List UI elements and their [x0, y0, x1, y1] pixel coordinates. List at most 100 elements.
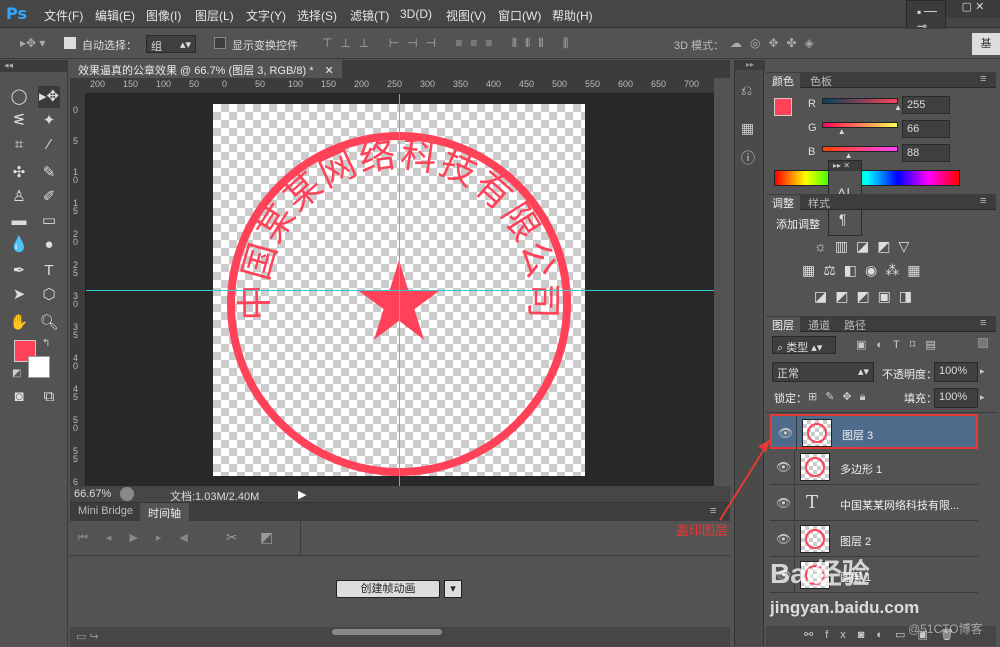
- adjustment-icons-row-1[interactable]: ☼▥◪◩▽: [814, 238, 917, 255]
- menu-item[interactable]: 编辑(E): [95, 7, 135, 24]
- minimize-button[interactable]: —: [924, 3, 937, 18]
- channel-slider[interactable]: [822, 122, 898, 128]
- path-select-icon[interactable]: ➤: [8, 284, 30, 306]
- restore-button[interactable]: ▢: [962, 1, 972, 13]
- tab-channels[interactable]: 通道: [802, 317, 836, 332]
- tab-adjustments[interactable]: 调整: [766, 195, 800, 210]
- layer-name[interactable]: 图层 2: [840, 533, 871, 549]
- tab-styles[interactable]: 样式: [802, 195, 836, 210]
- menu-item[interactable]: 选择(S): [297, 7, 337, 24]
- swap-colors-icon[interactable]: ↰: [42, 338, 50, 349]
- color-fg-swatch[interactable]: [774, 98, 792, 116]
- split-icon[interactable]: ✂: [226, 529, 238, 546]
- menu-item[interactable]: 帮助(H): [552, 7, 593, 24]
- hand-tool-icon[interactable]: ✋: [8, 312, 30, 334]
- zoom-tool-icon[interactable]: 🔍︎: [38, 312, 60, 334]
- zoom-level[interactable]: 66.67%: [74, 488, 111, 500]
- menu-item[interactable]: 图层(L): [195, 7, 234, 24]
- panel-menu-icon[interactable]: ≡: [980, 195, 986, 207]
- magic-wand-icon[interactable]: ✦: [38, 110, 60, 132]
- document-tab[interactable]: 效果逼真的公章效果 @ 66.7% (图层 3, RGB/8) * ✕: [70, 60, 342, 78]
- layer-name[interactable]: 中国某某网络科技有限...: [840, 497, 959, 513]
- blend-mode-dropdown[interactable]: 正常 ▴▾: [772, 362, 874, 382]
- dodge-tool-icon[interactable]: ●: [38, 234, 60, 256]
- background-color-swatch[interactable]: [28, 356, 50, 378]
- channel-value[interactable]: 88: [902, 144, 950, 162]
- menu-item[interactable]: 文件(F): [44, 7, 83, 24]
- quick-mask-icon[interactable]: ◙: [8, 386, 30, 408]
- eyedropper-icon[interactable]: ⁄: [38, 134, 60, 156]
- slider-thumb[interactable]: ▲: [894, 103, 902, 112]
- adjustment-icons-row-2[interactable]: ▦⚖◧◉⁂▦: [802, 262, 928, 279]
- shape-tool-icon[interactable]: ⬡: [38, 284, 60, 306]
- menu-item[interactable]: 图像(I): [146, 7, 181, 24]
- playback-controls[interactable]: ⏮◂▶▸◀: [78, 531, 206, 545]
- layer-name[interactable]: 图层 3: [842, 427, 873, 443]
- horizontal-guide[interactable]: [86, 290, 714, 291]
- layer-row[interactable]: 👁︎ T 中国某某网络科技有限...: [770, 486, 978, 521]
- auto-select-checkbox[interactable]: [64, 37, 76, 52]
- filter-toggle[interactable]: [978, 338, 988, 348]
- transition-icon[interactable]: ◩: [260, 529, 273, 546]
- history-icon[interactable]: ⎌: [741, 82, 752, 99]
- type-tool-icon[interactable]: T: [38, 260, 60, 282]
- horizontal-ruler[interactable]: 200 150 100 50 0 50 100 150 200 250 300 350 400 450 50…: [86, 78, 714, 94]
- close-tab-icon[interactable]: ✕: [325, 65, 334, 77]
- fill-input[interactable]: 100%: [934, 388, 978, 408]
- marquee-tool-icon[interactable]: ◯: [8, 86, 30, 108]
- crop-tool-icon[interactable]: ⌗: [8, 134, 30, 156]
- channel-value[interactable]: 66: [902, 120, 950, 138]
- pen-tool-icon[interactable]: ✒: [8, 260, 30, 282]
- close-button[interactable]: ✕: [975, 1, 984, 13]
- 3d-mode-icons[interactable]: ☁◎✥✤◈: [730, 36, 822, 50]
- blur-tool-icon[interactable]: 💧: [8, 234, 30, 256]
- layer-row[interactable]: 👁︎ 图层 3: [770, 414, 978, 450]
- ruler-origin[interactable]: [70, 78, 86, 94]
- slider-thumb[interactable]: ▲: [845, 151, 853, 160]
- create-frame-animation-button[interactable]: 创建帧动画: [336, 580, 440, 598]
- status-info-icon[interactable]: [120, 487, 134, 501]
- chevron-down-icon[interactable]: ▾: [444, 580, 462, 598]
- channel-slider[interactable]: [822, 98, 898, 104]
- panel-menu-icon[interactable]: ≡: [980, 73, 986, 85]
- tab-color[interactable]: 颜色: [766, 73, 800, 88]
- 3d-icon[interactable]: ▦: [741, 120, 754, 137]
- panel-menu-icon[interactable]: ≡: [980, 317, 986, 329]
- paragraph-icon[interactable]: ¶: [839, 211, 847, 227]
- canvas-area[interactable]: 中国某某网络科技有限公司: [86, 94, 714, 486]
- move-tool-icon[interactable]: ▸✥: [38, 86, 60, 108]
- menu-item[interactable]: 视图(V): [446, 7, 486, 24]
- menu-item[interactable]: 3D(D): [400, 7, 432, 21]
- tab-paths[interactable]: 路径: [838, 317, 872, 332]
- show-transform-checkbox[interactable]: [214, 37, 226, 52]
- menu-item[interactable]: 滤镜(T): [350, 7, 389, 24]
- channel-value[interactable]: 255: [902, 96, 950, 114]
- eraser-tool-icon[interactable]: ▬: [8, 210, 30, 232]
- channel-slider[interactable]: [822, 146, 898, 152]
- vertical-ruler[interactable]: 0 5 1 0 1 5 2 0 2 5 3 0 3 5 4 0 4 5 5 0 5 5 6: [70, 94, 86, 487]
- opacity-input[interactable]: 100%: [934, 362, 978, 382]
- clone-stamp-icon[interactable]: ♙: [8, 186, 30, 208]
- layer-filter-dropdown[interactable]: ⌕ 类型 ▴▾: [772, 336, 836, 354]
- collapse-icon[interactable]: ◂◂: [0, 60, 68, 72]
- screen-mode-icon[interactable]: ⧉: [38, 386, 60, 408]
- adjustment-icons-row-3[interactable]: ◪◩◩▣◨: [814, 288, 920, 305]
- tab-swatches[interactable]: 色板: [804, 73, 838, 88]
- tab-timeline[interactable]: 时间轴: [140, 503, 189, 521]
- brush-tool-icon[interactable]: ✎: [38, 162, 60, 184]
- menu-item[interactable]: 窗口(W): [498, 7, 541, 24]
- convert-icon[interactable]: ▭ ↪: [76, 630, 99, 643]
- layer-filter-icons[interactable]: ▣◐T⌑▤: [856, 338, 946, 351]
- tab-mini-bridge[interactable]: Mini Bridge: [70, 503, 141, 521]
- slider-thumb[interactable]: ▲: [838, 127, 846, 136]
- lasso-tool-icon[interactable]: ᓬ: [8, 110, 30, 132]
- layer-row[interactable]: 👁︎ 多边形 1: [770, 450, 978, 485]
- eye-icon[interactable]: 👁︎: [778, 426, 793, 440]
- auto-select-dropdown[interactable]: 组 ▴▾: [146, 35, 196, 53]
- chevron-down-icon[interactable]: ▸: [980, 366, 985, 377]
- menu-item[interactable]: 文字(Y): [246, 7, 286, 24]
- default-colors-icon[interactable]: ◩: [12, 368, 21, 379]
- zoom-slider[interactable]: [332, 629, 442, 635]
- move-tool-icon[interactable]: ▸✥ ▾: [20, 36, 45, 50]
- history-brush-icon[interactable]: ✐: [38, 186, 60, 208]
